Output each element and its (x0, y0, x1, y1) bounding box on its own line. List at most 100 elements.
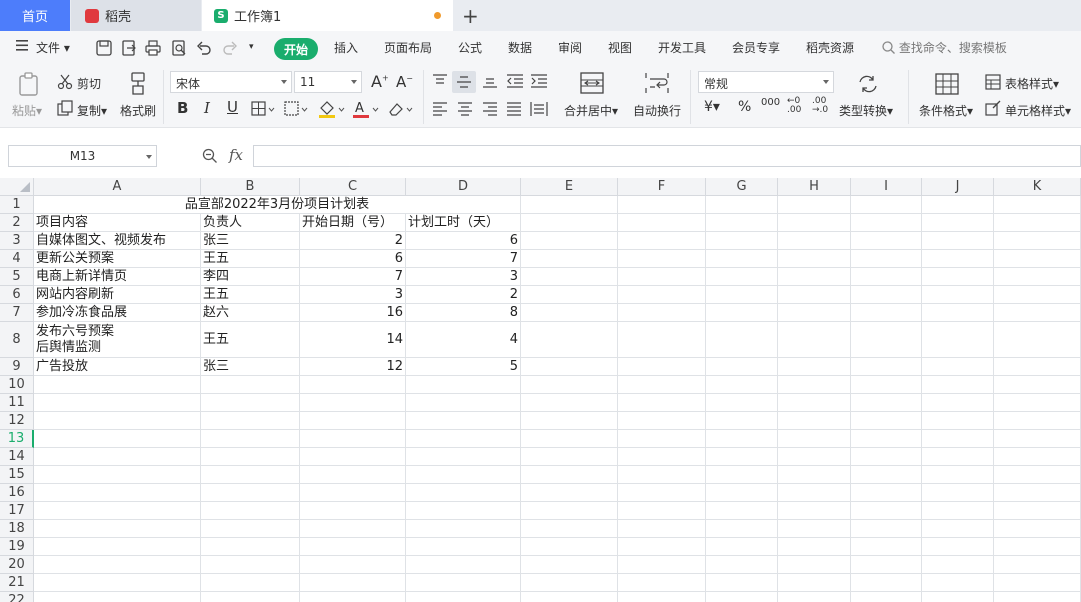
cell[interactable] (851, 268, 922, 286)
quick-access-more-icon[interactable]: ▾ (249, 42, 254, 52)
cell[interactable] (201, 430, 300, 448)
table-style-button[interactable]: 表格样式▾ (1005, 75, 1059, 92)
align-right-icon[interactable] (482, 102, 498, 116)
row-header[interactable]: 7 (0, 304, 34, 322)
cut-icon[interactable] (57, 74, 73, 90)
tab-review[interactable]: 审阅 (558, 39, 582, 56)
cell[interactable] (201, 502, 300, 520)
cell[interactable] (300, 484, 406, 502)
cell[interactable] (706, 376, 778, 394)
cell[interactable] (994, 196, 1081, 214)
cell[interactable] (851, 394, 922, 412)
data-cell[interactable]: 3 (406, 268, 521, 286)
cell[interactable] (521, 268, 618, 286)
cell[interactable] (922, 286, 994, 304)
cell[interactable] (521, 358, 618, 376)
file-menu[interactable]: 文件 ▾ (36, 39, 70, 56)
cell[interactable] (922, 448, 994, 466)
cell[interactable] (521, 286, 618, 304)
cell[interactable] (706, 520, 778, 538)
row-header[interactable]: 15 (0, 466, 34, 484)
cell[interactable] (922, 466, 994, 484)
tab-member[interactable]: 会员专享 (732, 39, 780, 56)
cell[interactable] (521, 574, 618, 592)
formula-input[interactable] (253, 145, 1081, 167)
data-cell[interactable]: 7 (300, 268, 406, 286)
cell[interactable] (994, 520, 1081, 538)
cell[interactable] (521, 592, 618, 602)
cell[interactable] (201, 574, 300, 592)
paste-icon[interactable] (18, 72, 40, 96)
cell[interactable] (618, 268, 706, 286)
data-cell[interactable]: 7 (406, 250, 521, 268)
cell[interactable] (851, 232, 922, 250)
cell[interactable] (300, 412, 406, 430)
header-cell[interactable]: 项目内容 (34, 214, 201, 232)
conditional-format-icon[interactable] (935, 73, 959, 95)
cell[interactable] (618, 286, 706, 304)
data-cell[interactable]: 王五 (201, 286, 300, 304)
table-style-icon[interactable] (985, 74, 1001, 90)
cell[interactable] (778, 304, 851, 322)
cell[interactable] (201, 520, 300, 538)
cell[interactable] (994, 232, 1081, 250)
align-center-icon[interactable] (457, 102, 473, 116)
cell[interactable] (851, 592, 922, 602)
cell[interactable] (300, 376, 406, 394)
cell[interactable] (521, 304, 618, 322)
cell[interactable] (201, 466, 300, 484)
data-cell[interactable]: 参加冷冻食品展 (34, 304, 201, 322)
undo-icon[interactable] (196, 40, 212, 56)
cell[interactable] (521, 484, 618, 502)
cell[interactable] (521, 250, 618, 268)
cell[interactable] (851, 250, 922, 268)
data-cell[interactable]: 6 (300, 250, 406, 268)
cell[interactable] (618, 214, 706, 232)
cell[interactable] (778, 538, 851, 556)
cell[interactable] (706, 556, 778, 574)
cell[interactable] (706, 448, 778, 466)
sheet-title-cell[interactable]: 品宣部2022年3月份项目计划表 (34, 196, 521, 214)
tab-start[interactable]: 开始 (274, 38, 318, 60)
select-all-corner[interactable] (0, 178, 34, 196)
row-header[interactable]: 20 (0, 556, 34, 574)
cell[interactable] (778, 214, 851, 232)
cell[interactable] (706, 358, 778, 376)
cell[interactable] (201, 412, 300, 430)
column-header[interactable]: A (34, 178, 201, 196)
cell[interactable] (706, 196, 778, 214)
cell[interactable] (994, 430, 1081, 448)
column-header[interactable]: C (300, 178, 406, 196)
column-header[interactable]: J (922, 178, 994, 196)
cell[interactable] (851, 430, 922, 448)
cell[interactable] (922, 574, 994, 592)
cell-style-button[interactable]: 单元格样式▾ (1005, 102, 1071, 119)
cell[interactable] (706, 304, 778, 322)
font-color-icon[interactable]: A (352, 100, 380, 118)
cell[interactable] (618, 394, 706, 412)
row-header[interactable]: 5 (0, 268, 34, 286)
cell[interactable] (406, 412, 521, 430)
row-header[interactable]: 19 (0, 538, 34, 556)
cell[interactable] (851, 358, 922, 376)
data-cell[interactable]: 5 (406, 358, 521, 376)
tab-daoke[interactable]: 稻壳 (71, 0, 201, 31)
cell[interactable] (706, 214, 778, 232)
cell[interactable] (521, 376, 618, 394)
cell[interactable] (618, 196, 706, 214)
cell[interactable] (994, 250, 1081, 268)
cell[interactable] (34, 520, 201, 538)
align-left-icon[interactable] (432, 102, 448, 116)
data-cell[interactable]: 王五 (201, 322, 300, 358)
cell[interactable] (34, 574, 201, 592)
cell-style-icon[interactable] (985, 100, 1001, 116)
cell[interactable] (521, 502, 618, 520)
data-cell[interactable]: 3 (300, 286, 406, 304)
row-header[interactable]: 10 (0, 376, 34, 394)
cell[interactable] (618, 592, 706, 602)
cell[interactable] (851, 412, 922, 430)
cell[interactable] (618, 412, 706, 430)
increase-decimal-icon[interactable]: ←0.00 (787, 97, 801, 115)
font-name-select[interactable]: 宋体 (170, 71, 292, 93)
column-header[interactable]: E (521, 178, 618, 196)
